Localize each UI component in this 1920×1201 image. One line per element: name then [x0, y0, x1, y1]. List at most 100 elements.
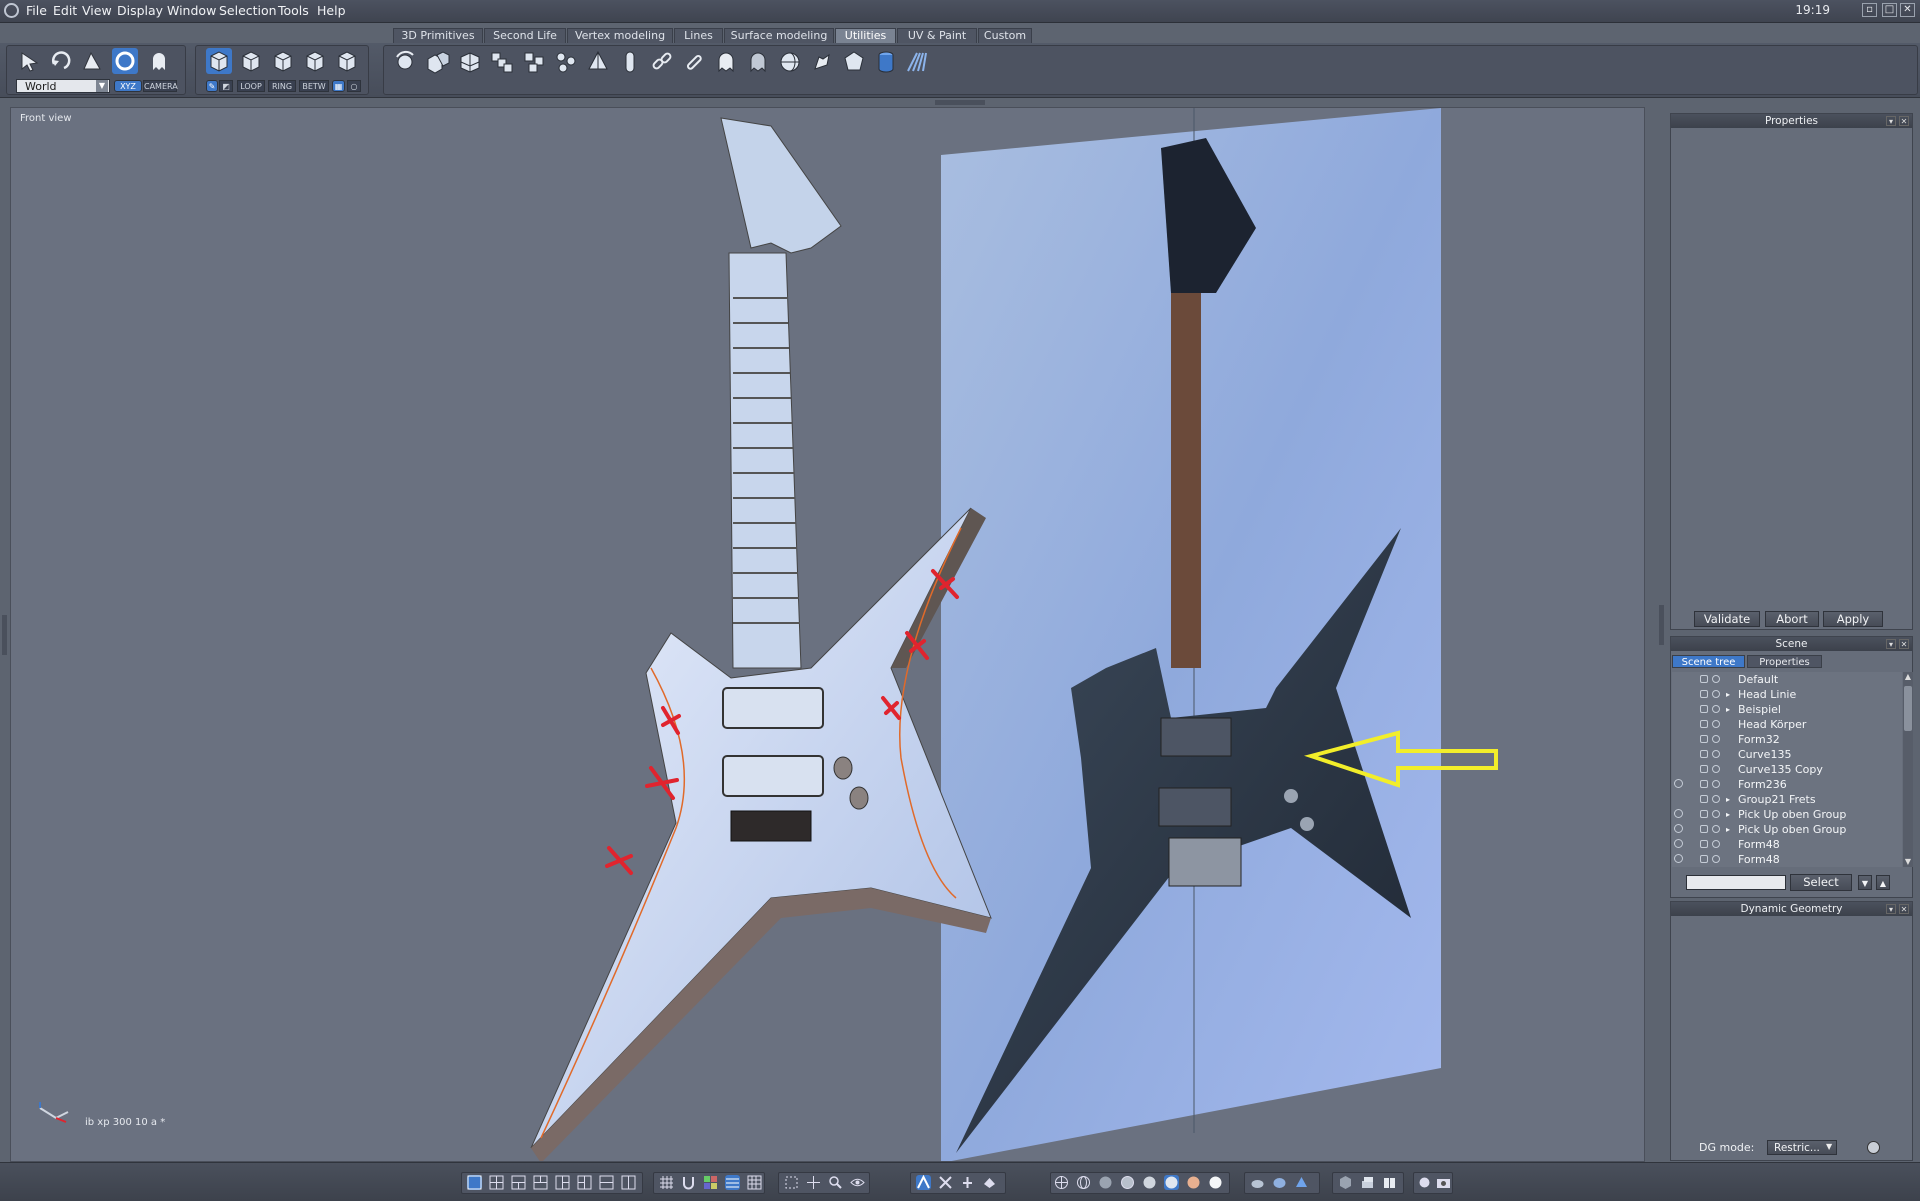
tool-rotate-object-icon[interactable]	[393, 49, 419, 75]
shading-material-icon[interactable]	[1186, 1175, 1201, 1190]
lock-icon[interactable]	[1700, 720, 1708, 728]
pan-icon[interactable]	[806, 1175, 821, 1190]
zoom-icon[interactable]	[828, 1175, 843, 1190]
table-grid-icon[interactable]	[747, 1175, 762, 1190]
visibility-eye-icon[interactable]	[1712, 795, 1720, 803]
scene-tree-item[interactable]: ▸ Pick Up oben Group	[1672, 822, 1902, 837]
select-filter-input[interactable]	[1686, 875, 1786, 890]
expand-arrow-icon[interactable]: ▸	[1726, 792, 1730, 807]
tab-utilities[interactable]: Utilities	[835, 28, 896, 43]
tool-ghost-dark-icon[interactable]	[745, 49, 771, 75]
visibility-eye-icon[interactable]	[1712, 750, 1720, 758]
camera-toggle[interactable]: CAMERA	[143, 80, 178, 92]
tab-scene-tree[interactable]: Scene tree	[1672, 655, 1745, 668]
shading-hidden-wire-icon[interactable]	[1076, 1175, 1091, 1190]
eye-icon[interactable]	[850, 1175, 865, 1190]
select-arrow-icon[interactable]	[17, 48, 43, 74]
lock-icon[interactable]	[1700, 705, 1708, 713]
menu-display[interactable]: Display	[117, 3, 163, 18]
layout-horizontal-icon[interactable]	[599, 1175, 614, 1190]
face-select-cube-icon[interactable]	[238, 48, 264, 74]
render-full-icon[interactable]	[1294, 1175, 1309, 1190]
layout-three-top-icon[interactable]	[511, 1175, 526, 1190]
tool-capsule-icon[interactable]	[617, 49, 643, 75]
lasso-select-icon[interactable]: ◩	[219, 80, 233, 92]
scene-tree-item[interactable]: Form32	[1672, 732, 1902, 747]
scene-tree-item[interactable]: Curve135 Copy	[1672, 762, 1902, 777]
scroll-down-icon[interactable]: ▼	[1904, 857, 1912, 867]
visibility-eye-icon[interactable]	[1712, 840, 1720, 848]
lock-icon[interactable]	[1700, 825, 1708, 833]
scene-tree-item[interactable]: Head Körper	[1672, 717, 1902, 732]
scene-tree-item[interactable]: Default	[1672, 672, 1902, 687]
visibility-eye-icon[interactable]	[1712, 780, 1720, 788]
chevron-down-icon[interactable]: ▼	[1826, 1142, 1836, 1152]
lock-icon[interactable]	[1700, 690, 1708, 698]
menu-edit[interactable]: Edit	[53, 3, 77, 18]
grid-toggle-icon[interactable]: ▦	[332, 80, 345, 92]
material-circle-icon[interactable]	[1674, 809, 1683, 818]
top-panel-handle[interactable]	[935, 100, 985, 105]
shading-flat-icon[interactable]	[1098, 1175, 1113, 1190]
vertex-select-cube-icon[interactable]	[302, 48, 328, 74]
panel-close-icon[interactable]: ✕	[1899, 639, 1909, 649]
floor-grid-icon[interactable]	[725, 1175, 740, 1190]
camera-orbit-icon[interactable]	[938, 1175, 953, 1190]
tool-align-cubes-icon[interactable]	[425, 49, 451, 75]
maximize-window-button[interactable]: □	[1882, 3, 1897, 17]
visibility-eye-icon[interactable]	[1712, 690, 1720, 698]
tool-cube-grid-icon[interactable]	[457, 49, 483, 75]
magnet-icon[interactable]	[681, 1175, 696, 1190]
panel-collapse-icon[interactable]: ▾	[1886, 116, 1896, 126]
lock-icon[interactable]	[1700, 840, 1708, 848]
lock-icon[interactable]	[1700, 735, 1708, 743]
lock-icon[interactable]	[1700, 810, 1708, 818]
scene-tree-item[interactable]: Curve135	[1672, 747, 1902, 762]
object-select-cube-icon[interactable]	[206, 48, 232, 74]
scene-tree-item[interactable]: ▸ Head Linie	[1672, 687, 1902, 702]
tab-scene-properties[interactable]: Properties	[1747, 655, 1822, 668]
tab-uv-paint[interactable]: UV & Paint	[897, 28, 977, 43]
color-grid-icon[interactable]	[703, 1175, 718, 1190]
material-circle-icon[interactable]	[1674, 854, 1683, 863]
layout-three-right-icon[interactable]	[577, 1175, 592, 1190]
scale-icon[interactable]	[79, 48, 105, 74]
ring-select-button[interactable]: RING	[268, 80, 296, 92]
panel-collapse-icon[interactable]: ▾	[1886, 639, 1896, 649]
close-window-button[interactable]: ✕	[1900, 3, 1915, 17]
tool-array-icon[interactable]	[521, 49, 547, 75]
visibility-eye-icon[interactable]	[1712, 765, 1720, 773]
render-stack-icon[interactable]	[1360, 1175, 1375, 1190]
apply-button[interactable]: Apply	[1823, 611, 1883, 627]
tool-link-icon[interactable]	[681, 49, 707, 75]
camera-front-icon[interactable]	[916, 1174, 931, 1190]
tool-chain-link-icon[interactable]	[649, 49, 675, 75]
panel-collapse-icon[interactable]: ▾	[1886, 904, 1896, 914]
menu-selection[interactable]: Selection	[219, 3, 277, 18]
tab-surface-modeling[interactable]: Surface modeling	[724, 28, 834, 43]
panel-close-icon[interactable]: ✕	[1899, 904, 1909, 914]
tool-cylinder-icon[interactable]	[873, 49, 899, 75]
material-circle-icon[interactable]	[1674, 839, 1683, 848]
visibility-eye-icon[interactable]	[1712, 810, 1720, 818]
lock-icon[interactable]	[1700, 795, 1708, 803]
universal-manipulator-icon[interactable]	[112, 48, 138, 74]
snapshot-camera-icon[interactable]	[1436, 1175, 1451, 1190]
lock-icon[interactable]	[1700, 780, 1708, 788]
panel-close-icon[interactable]: ✕	[1899, 116, 1909, 126]
material-circle-icon[interactable]	[1674, 779, 1683, 788]
visibility-eye-icon[interactable]	[1712, 720, 1720, 728]
tab-custom[interactable]: Custom	[978, 28, 1032, 43]
menu-tools[interactable]: Tools	[278, 3, 309, 18]
visibility-eye-icon[interactable]	[1712, 675, 1720, 683]
visibility-eye-icon[interactable]	[1712, 705, 1720, 713]
grid-snap-icon[interactable]	[659, 1175, 674, 1190]
layout-three-bottom-icon[interactable]	[533, 1175, 548, 1190]
scroll-thumb[interactable]	[1904, 686, 1912, 731]
visibility-eye-icon[interactable]	[1712, 825, 1720, 833]
lock-icon[interactable]	[1700, 855, 1708, 863]
validate-button[interactable]: Validate	[1694, 611, 1760, 627]
shading-smooth-wire-icon[interactable]	[1120, 1175, 1135, 1190]
shading-wire-sphere-icon[interactable]	[1054, 1175, 1069, 1190]
scroll-up-icon[interactable]: ▲	[1904, 672, 1912, 682]
